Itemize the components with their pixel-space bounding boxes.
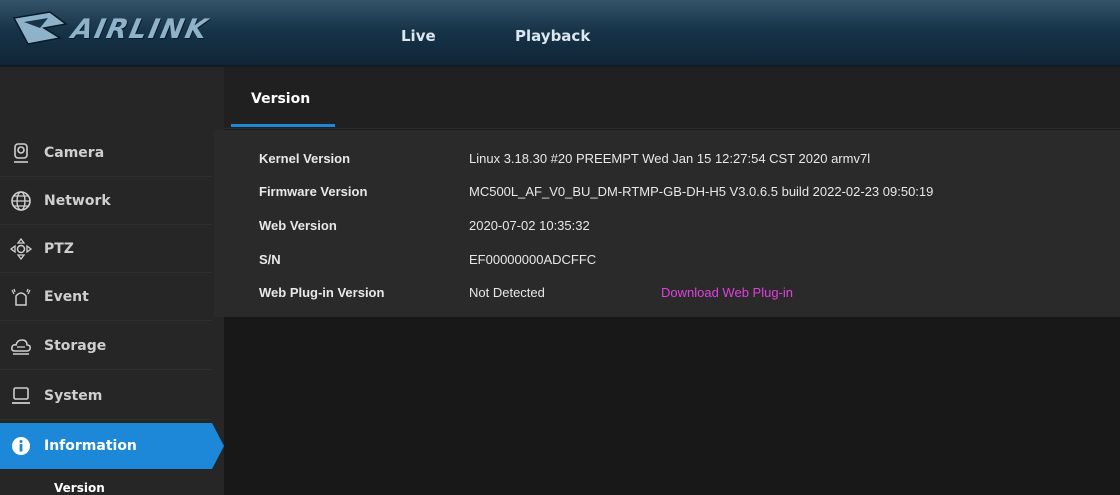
sidebar-item-label: System xyxy=(44,388,103,404)
brand-name: AIRLINK xyxy=(68,14,212,45)
nav-playback[interactable]: Playback xyxy=(515,27,590,45)
version-info-panel: Kernel Version Linux 3.18.30 #20 PREEMPT… xyxy=(214,130,1120,317)
sidebar-item-label: Camera xyxy=(44,145,105,161)
content-tabbar: Version xyxy=(224,67,1120,129)
row-value: Linux 3.18.30 #20 PREEMPT Wed Jan 15 12:… xyxy=(469,151,871,166)
sidebar-item-system[interactable]: System xyxy=(0,373,212,420)
sidebar-item-network[interactable]: Network xyxy=(0,178,212,225)
sidebar-item-information[interactable]: Information xyxy=(0,423,224,469)
airlink-logo-icon xyxy=(12,11,68,45)
sidebar-item-camera[interactable]: Camera xyxy=(0,130,212,177)
top-header: AIRLINK Live Playback xyxy=(0,0,1120,66)
row-label: S/N xyxy=(259,252,281,267)
row-value: EF00000000ADCFFC xyxy=(469,252,597,267)
active-tab-indicator xyxy=(231,124,335,127)
info-row: S/N EF00000000ADCFFC xyxy=(214,243,1120,276)
row-label: Web Plug-in Version xyxy=(259,285,385,300)
sidebar-item-label: Information xyxy=(44,438,137,454)
ptz-arrows-icon xyxy=(9,237,33,261)
row-label: Kernel Version xyxy=(259,151,351,166)
sidebar-subitem-version[interactable]: Version xyxy=(54,481,105,495)
sidebar-item-label: Event xyxy=(44,289,89,305)
info-row: Firmware Version MC500L_AF_V0_BU_DM-RTMP… xyxy=(214,175,1120,208)
info-row: Kernel Version Linux 3.18.30 #20 PREEMPT… xyxy=(214,142,1120,175)
row-label: Web Version xyxy=(259,218,337,233)
sidebar-item-ptz[interactable]: PTZ xyxy=(0,226,212,273)
row-value: 2020-07-02 10:35:32 xyxy=(469,218,590,233)
sidebar-item-label: Network xyxy=(44,193,111,209)
main-empty-area xyxy=(224,317,1120,495)
info-row: Web Version 2020-07-02 10:35:32 xyxy=(214,209,1120,242)
info-row: Web Plug-in Version Not Detected Downloa… xyxy=(214,276,1120,309)
nav-live[interactable]: Live xyxy=(401,27,436,45)
sidebar-item-label: Storage xyxy=(44,338,107,354)
network-globe-icon xyxy=(10,190,32,212)
brand-logo: AIRLINK xyxy=(10,8,270,48)
tab-version[interactable]: Version xyxy=(251,91,310,107)
sidebar-item-label: PTZ xyxy=(44,241,74,257)
storage-cloud-icon xyxy=(10,335,32,357)
row-value: Not Detected xyxy=(469,285,545,300)
camera-icon xyxy=(10,142,32,164)
sidebar-item-event[interactable]: Event xyxy=(0,274,212,321)
sidebar-item-storage[interactable]: Storage xyxy=(0,323,212,370)
system-monitor-icon xyxy=(10,385,32,407)
event-alarm-icon xyxy=(10,286,32,308)
info-icon xyxy=(10,435,32,457)
row-label: Firmware Version xyxy=(259,184,368,199)
row-value: MC500L_AF_V0_BU_DM-RTMP-GB-DH-H5 V3.0.6.… xyxy=(469,184,934,199)
download-plugin-link[interactable]: Download Web Plug-in xyxy=(661,285,793,300)
sidebar: Camera Network PTZ Event Storage System … xyxy=(0,67,224,495)
